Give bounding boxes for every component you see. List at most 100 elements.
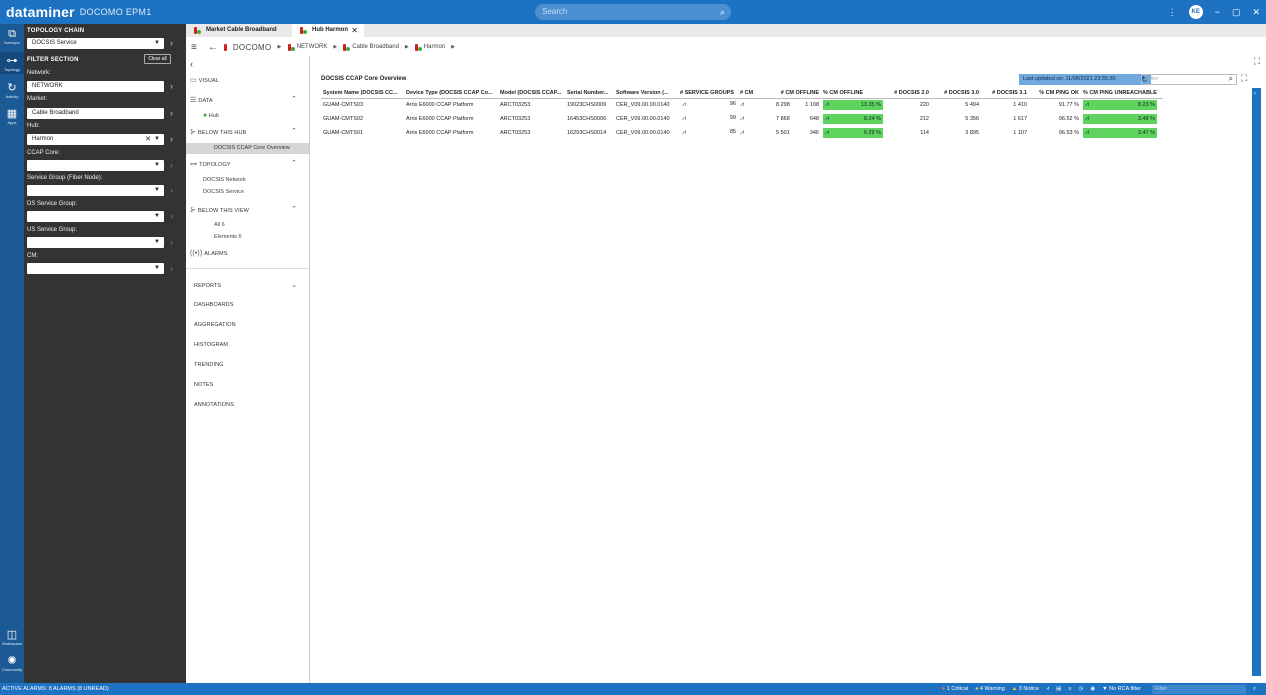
rail-activity[interactable]: ↻ Activity: [0, 82, 24, 99]
nav-topology[interactable]: ⊶ TOPOLOGY: [190, 160, 231, 168]
side-panel-toggle[interactable]: ‹: [1252, 88, 1261, 676]
chevron-up-icon[interactable]: ⌃: [291, 95, 297, 103]
column-header[interactable]: Serial Number...: [565, 89, 614, 99]
critical-count[interactable]: ● 1 Critical: [942, 683, 968, 695]
chevron-up-icon[interactable]: ⌃: [291, 159, 297, 167]
column-header[interactable]: # CM: [738, 89, 774, 99]
rail-topology[interactable]: ⊶ Topology: [0, 52, 24, 74]
search-icon[interactable]: ⌕: [720, 4, 725, 20]
clock-icon[interactable]: ◷: [1079, 683, 1084, 695]
trend-icon[interactable]: ⩘: [682, 129, 686, 137]
chevron-right-icon[interactable]: ›: [170, 263, 173, 273]
column-header[interactable]: % CM PING OK: [1029, 89, 1081, 99]
table-row[interactable]: GUAM-CMTS03 Arris E6000 CCAP Platform AR…: [321, 98, 1163, 112]
nav-data[interactable]: ☰ DATA: [190, 96, 213, 104]
chevron-right-icon[interactable]: ›: [170, 134, 173, 144]
rca-filter[interactable]: ▼ No RCA filter: [1102, 683, 1141, 695]
chevron-down-icon[interactable]: ⌄: [291, 281, 297, 289]
tab-market-cable-broadband[interactable]: Market Cable Broadband: [186, 24, 292, 37]
trend-icon[interactable]: ⩘: [1085, 114, 1089, 124]
menu-icon[interactable]: ≡: [191, 42, 197, 53]
nav-visual[interactable]: ▭ VISUAL: [190, 76, 219, 84]
trend-icon[interactable]: ⩘: [682, 115, 686, 123]
focus-icon[interactable]: ◉: [1090, 683, 1095, 695]
market-field[interactable]: Cable Broadband: [27, 108, 164, 119]
chevron-right-icon[interactable]: ›: [170, 237, 173, 247]
back-arrow-icon[interactable]: ←: [208, 42, 218, 53]
filter-lines-icon[interactable]: ≡: [1068, 683, 1071, 695]
breadcrumb-network[interactable]: NETWORK ▶: [287, 43, 337, 51]
nav-all[interactable]: All 6: [214, 222, 225, 228]
nav-trending[interactable]: TRENDING: [194, 362, 224, 368]
clear-all-button[interactable]: Clear all: [144, 54, 171, 64]
search-icon[interactable]: ⌕: [1253, 683, 1256, 695]
trend-icon[interactable]: ⩘: [740, 129, 744, 136]
us-service-group-select[interactable]: ▼: [27, 237, 164, 248]
nav-below-this-view[interactable]: ⊱ BELOW THIS VIEW: [190, 206, 249, 214]
column-header[interactable]: # DOCSIS 3.1: [981, 89, 1029, 99]
chevron-right-icon[interactable]: ›: [170, 38, 173, 48]
column-header[interactable]: # CM OFFLINE: [774, 89, 821, 99]
chevron-up-icon[interactable]: ⌃: [291, 205, 297, 213]
column-header[interactable]: Software Version (...: [614, 89, 678, 99]
active-alarms-status[interactable]: ACTIVE ALARMS: 8 ALARMS (8 UNREAD): [2, 683, 109, 695]
alarm-filter-input[interactable]: Filter: [1151, 684, 1246, 694]
trend-icon[interactable]: ⩘: [825, 100, 829, 110]
nav-aggregation[interactable]: AGGREGATION: [194, 322, 236, 328]
chevron-right-icon[interactable]: ›: [170, 81, 173, 91]
rail-surveyor[interactable]: ⧉ Surveyor: [0, 28, 24, 45]
user-avatar[interactable]: KE: [1188, 5, 1203, 19]
column-header[interactable]: # SERVICE GROUPS: [678, 89, 738, 99]
column-header[interactable]: Device Type (DOCSIS CCAP Co...: [404, 89, 498, 99]
trend-icon[interactable]: ⩘: [1046, 683, 1049, 695]
trend-icon[interactable]: ⩘: [1085, 128, 1089, 138]
hub-select[interactable]: Harmon ✕ ▼: [27, 134, 164, 145]
column-header[interactable]: Model (DOCSIS CCAP...: [498, 89, 565, 99]
chevron-right-icon[interactable]: ›: [170, 160, 173, 170]
topology-chain-select[interactable]: DOCSIS Service ▼: [27, 38, 164, 49]
nav-reports[interactable]: REPORTS: [194, 283, 221, 289]
column-header[interactable]: % CM PING UNREACHABLE: [1081, 89, 1163, 99]
nav-annotations[interactable]: ANNOTATIONS: [194, 402, 234, 408]
maximize-button[interactable]: ▢: [1232, 7, 1241, 18]
trend-icon[interactable]: ⩘: [740, 101, 744, 108]
clear-icon[interactable]: ✕: [145, 134, 151, 145]
trend-icon[interactable]: ⩘: [1085, 100, 1089, 110]
fullscreen-icon[interactable]: ⛶: [1241, 73, 1247, 84]
service-group-select[interactable]: ▼: [27, 185, 164, 196]
minimize-button[interactable]: −: [1215, 7, 1220, 17]
chevron-right-icon[interactable]: ›: [170, 108, 173, 118]
warning-count[interactable]: ● 4 Warning: [975, 683, 1005, 695]
network-field[interactable]: NETWORK: [27, 81, 164, 92]
trend-icon[interactable]: ⩘: [740, 115, 744, 122]
rail-apps[interactable]: ▦ Apps: [0, 108, 24, 125]
column-header[interactable]: # DOCSIS 3.0: [931, 89, 981, 99]
trend-icon[interactable]: ⩘: [825, 114, 829, 124]
system-name-cell[interactable]: GUAM-CMTS02: [321, 112, 404, 126]
column-header[interactable]: System Name (DOCSIS CC...: [321, 89, 404, 99]
rail-workspace[interactable]: ◫ Workspace: [0, 629, 24, 646]
rail-community[interactable]: ✺ Community: [0, 655, 24, 672]
notice-count[interactable]: ▲ 3 Notice: [1012, 683, 1039, 695]
chevron-right-icon[interactable]: ›: [170, 211, 173, 221]
nav-docsis-network[interactable]: DOCSIS Network: [203, 177, 246, 183]
cm-select[interactable]: ▼: [27, 263, 164, 274]
more-options-icon[interactable]: ⋮: [1168, 7, 1177, 18]
nav-docsis-ccap-core-overview[interactable]: DOCSIS CCAP Core Overview: [186, 143, 309, 154]
table-row[interactable]: GUAM-CMTS02 Arris E6000 CCAP Platform AR…: [321, 112, 1163, 126]
breadcrumb-root[interactable]: DOCOMO ▶: [223, 43, 282, 52]
column-header[interactable]: # DOCSIS 2.0: [885, 89, 931, 99]
nav-below-this-hub[interactable]: ⊱ BELOW THIS HUB: [190, 128, 246, 136]
trend-icon[interactable]: ⩘: [682, 101, 686, 109]
close-window-button[interactable]: ✕: [1252, 7, 1260, 18]
system-name-cell[interactable]: GUAM-CMTS03: [321, 98, 404, 112]
system-name-cell[interactable]: GUAM-CMTS01: [321, 126, 404, 140]
global-search-input[interactable]: Search ⌕: [535, 4, 731, 20]
nav-docsis-service[interactable]: DOCSIS Service: [203, 189, 244, 195]
tab-hub-harmon[interactable]: Hub Harmon ✕: [292, 24, 364, 37]
chevron-up-icon[interactable]: ⌃: [291, 127, 297, 135]
trend-icon[interactable]: ⩘: [825, 128, 829, 138]
table-row[interactable]: GUAM-CMTS01 Arris E6000 CCAP Platform AR…: [321, 126, 1163, 140]
nav-histogram[interactable]: HISTOGRAM: [194, 342, 228, 348]
breadcrumb-harmon[interactable]: Harmon ▶: [414, 43, 455, 51]
